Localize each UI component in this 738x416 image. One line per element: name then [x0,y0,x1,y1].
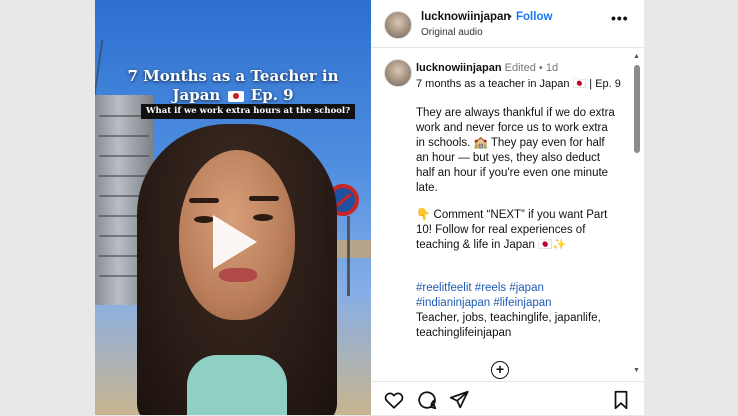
video-title-suffix: Ep. 9 [250,86,294,104]
scroll-down-icon[interactable]: ▼ [633,367,640,374]
comment-icon[interactable] [416,389,438,411]
bookmark-icon[interactable] [610,389,632,411]
caption-paragraph-2: 👇 Comment “NEXT” if you want Part 10! Fo… [416,209,608,251]
video-title-line2: Japan Ep. 9 [95,86,371,104]
japan-flag-icon [227,90,244,102]
caption-separator: • [538,62,543,74]
action-bar [371,381,644,415]
post-age: 1d [545,62,559,74]
caption-avatar[interactable] [384,59,412,87]
more-options-icon[interactable]: ••• [611,10,629,26]
edited-label: Edited [504,62,536,74]
scroll-up-icon[interactable]: ▲ [633,53,640,60]
reel-viewer: 7 Months as a Teacher in Japan Ep. 9 Wha… [0,0,738,415]
caption-header: lucknowiinjapan Edited • 1d [416,62,558,74]
scroll-thumb[interactable] [634,65,640,153]
share-icon[interactable] [448,389,470,411]
video-title-line1: 7 Months as a Teacher in [127,67,339,85]
caption-keywords: Teacher, jobs, teachinglife, japanlife, … [416,312,601,339]
video-subtitle: What if we work extra hours at the schoo… [141,104,356,119]
audio-label[interactable]: Original audio [421,27,483,38]
post-panel: lucknowiinjapan • Follow Original audio … [371,0,644,415]
heart-icon[interactable] [383,389,405,411]
hashtags[interactable]: #reelitfeelit #reels #japan #indianinjap… [416,281,616,311]
follow-button[interactable]: Follow [516,11,552,23]
reel-video[interactable]: 7 Months as a Teacher in Japan Ep. 9 Wha… [95,0,371,415]
caption-first-line: 7 months as a teacher in Japan 🇯🇵 | Ep. … [416,78,621,90]
expand-comments-icon[interactable]: + [491,361,509,379]
scrollbar[interactable]: ▲ ▼ [630,49,644,381]
caption-paragraph-1: They are always thankful if we do extra … [416,107,615,194]
video-title-prefix: Japan [172,86,221,104]
post-header: lucknowiinjapan • Follow Original audio … [371,0,644,48]
header-username[interactable]: lucknowiinjapan [421,11,510,23]
header-separator: • [508,11,512,23]
play-icon[interactable] [213,215,257,269]
caption-username[interactable]: lucknowiinjapan [416,62,502,74]
caption-area: lucknowiinjapan Edited • 1d 7 months as … [371,49,644,381]
sign-pole [347,216,350,296]
avatar[interactable] [384,11,412,39]
